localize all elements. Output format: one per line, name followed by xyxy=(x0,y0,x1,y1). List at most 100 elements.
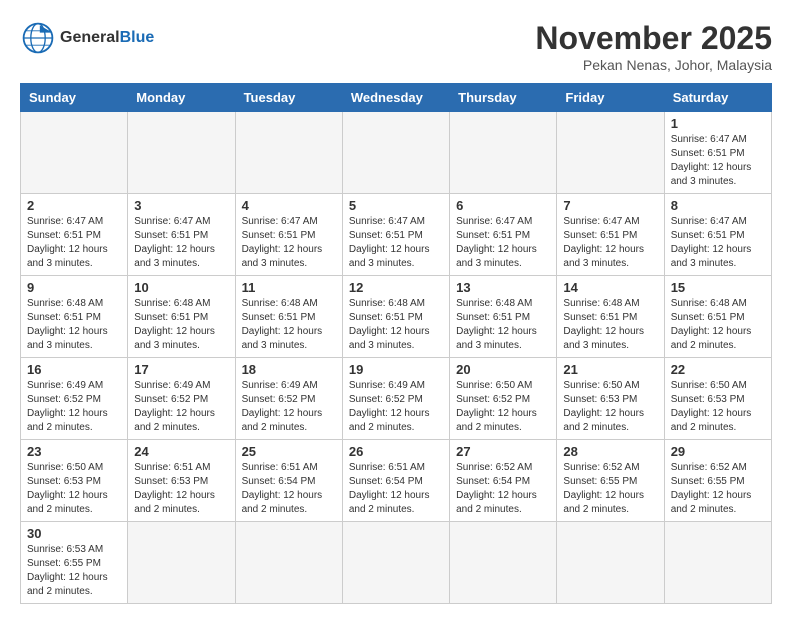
weekday-header-cell: Sunday xyxy=(21,84,128,112)
calendar-cell: 14 Sunrise: 6:48 AMSunset: 6:51 PMDayligh… xyxy=(557,276,664,358)
day-number: 6 xyxy=(456,198,550,213)
calendar-week-row: 1Sunrise: 6:47 AMSunset: 6:51 PMDaylight… xyxy=(21,112,772,194)
calendar-cell: 23Sunrise: 6:50 AMSunset: 6:53 PMDayligh… xyxy=(21,440,128,522)
calendar-cell: 12Sunrise: 6:48 AMSunset: 6:51 PMDayligh… xyxy=(342,276,449,358)
calendar-cell xyxy=(128,522,235,604)
logo-text: GeneralBlue xyxy=(60,29,154,47)
page-header: GeneralBlue November 2025 Pekan Nenas, J… xyxy=(20,20,772,73)
weekday-header-row: SundayMondayTuesdayWednesdayThursdayFrid… xyxy=(21,84,772,112)
day-number: 11 xyxy=(242,280,336,295)
calendar-cell: 5 Sunrise: 6:47 AMSunset: 6:51 PMDaylight… xyxy=(342,194,449,276)
day-number: 22 xyxy=(671,362,765,377)
day-info: Sunrise: 6:49 AMSunset: 6:52 PMDaylight:… xyxy=(134,379,228,435)
day-info: Sunrise: 6:49 AMSunset: 6:52 PMDaylight:… xyxy=(349,379,443,435)
calendar-table: SundayMondayTuesdayWednesdayThursdayFrid… xyxy=(20,83,772,604)
day-info: Sunrise: 6:48 AMSunset: 6:51 PMDaylight:… xyxy=(27,297,121,353)
calendar-body: 1Sunrise: 6:47 AMSunset: 6:51 PMDaylight… xyxy=(21,112,772,604)
day-info: Sunrise: 6:47 AMSunset: 6:51 PMDaylight:… xyxy=(134,215,228,271)
day-number: 10 xyxy=(134,280,228,295)
logo: GeneralBlue xyxy=(20,20,154,56)
day-number: 28 xyxy=(563,444,657,459)
day-info: Sunrise: 6:48 AMSunset: 6:51 PMDaylight:… xyxy=(671,297,765,353)
day-number: 4 xyxy=(242,198,336,213)
day-number: 5 xyxy=(349,198,443,213)
calendar-cell: 2 Sunrise: 6:47 AMSunset: 6:51 PMDaylight… xyxy=(21,194,128,276)
day-number: 30 xyxy=(27,526,121,541)
day-info: Sunrise: 6:47 AMSunset: 6:51 PMDaylight:… xyxy=(27,215,121,271)
day-number: 27 xyxy=(456,444,550,459)
day-info: Sunrise: 6:50 AMSunset: 6:53 PMDaylight:… xyxy=(27,461,121,517)
day-number: 17 xyxy=(134,362,228,377)
day-number: 18 xyxy=(242,362,336,377)
location: Pekan Nenas, Johor, Malaysia xyxy=(535,57,772,73)
calendar-week-row: 23Sunrise: 6:50 AMSunset: 6:53 PMDayligh… xyxy=(21,440,772,522)
day-number: 21 xyxy=(563,362,657,377)
day-info: Sunrise: 6:50 AMSunset: 6:52 PMDaylight:… xyxy=(456,379,550,435)
day-number: 8 xyxy=(671,198,765,213)
weekday-header-cell: Monday xyxy=(128,84,235,112)
calendar-cell xyxy=(235,522,342,604)
calendar-cell xyxy=(342,112,449,194)
calendar-cell: 9 Sunrise: 6:48 AMSunset: 6:51 PMDaylight… xyxy=(21,276,128,358)
calendar-cell: 27Sunrise: 6:52 AMSunset: 6:54 PMDayligh… xyxy=(450,440,557,522)
calendar-cell xyxy=(342,522,449,604)
calendar-week-row: 9 Sunrise: 6:48 AMSunset: 6:51 PMDaylight… xyxy=(21,276,772,358)
calendar-cell xyxy=(21,112,128,194)
calendar-cell xyxy=(128,112,235,194)
day-number: 24 xyxy=(134,444,228,459)
day-info: Sunrise: 6:49 AMSunset: 6:52 PMDaylight:… xyxy=(27,379,121,435)
calendar-cell xyxy=(450,112,557,194)
weekday-header-cell: Thursday xyxy=(450,84,557,112)
calendar-cell: 13Sunrise: 6:48 AMSunset: 6:51 PMDayligh… xyxy=(450,276,557,358)
day-info: Sunrise: 6:47 AMSunset: 6:51 PMDaylight:… xyxy=(349,215,443,271)
calendar-cell xyxy=(235,112,342,194)
day-number: 14 xyxy=(563,280,657,295)
calendar-cell: 24 Sunrise: 6:51 AMSunset: 6:53 PMDayligh… xyxy=(128,440,235,522)
day-number: 13 xyxy=(456,280,550,295)
calendar-week-row: 30 Sunrise: 6:53 AMSunset: 6:55 PMDayligh… xyxy=(21,522,772,604)
calendar-cell: 30 Sunrise: 6:53 AMSunset: 6:55 PMDayligh… xyxy=(21,522,128,604)
day-info: Sunrise: 6:51 AMSunset: 6:54 PMDaylight:… xyxy=(349,461,443,517)
day-info: Sunrise: 6:51 AMSunset: 6:54 PMDaylight:… xyxy=(242,461,336,517)
day-info: Sunrise: 6:51 AMSunset: 6:53 PMDaylight:… xyxy=(134,461,228,517)
day-info: Sunrise: 6:47 AMSunset: 6:51 PMDaylight:… xyxy=(671,133,765,189)
day-number: 26 xyxy=(349,444,443,459)
day-number: 29 xyxy=(671,444,765,459)
day-number: 9 xyxy=(27,280,121,295)
day-info: Sunrise: 6:47 AMSunset: 6:51 PMDaylight:… xyxy=(671,215,765,271)
day-info: Sunrise: 6:52 AMSunset: 6:55 PMDaylight:… xyxy=(563,461,657,517)
day-info: Sunrise: 6:48 AMSunset: 6:51 PMDaylight:… xyxy=(242,297,336,353)
day-info: Sunrise: 6:47 AMSunset: 6:51 PMDaylight:… xyxy=(242,215,336,271)
day-info: Sunrise: 6:47 AMSunset: 6:51 PMDaylight:… xyxy=(563,215,657,271)
weekday-header-cell: Wednesday xyxy=(342,84,449,112)
day-info: Sunrise: 6:53 AMSunset: 6:55 PMDaylight:… xyxy=(27,543,121,599)
calendar-cell: 1Sunrise: 6:47 AMSunset: 6:51 PMDaylight… xyxy=(664,112,771,194)
calendar-cell: 4 Sunrise: 6:47 AMSunset: 6:51 PMDaylight… xyxy=(235,194,342,276)
calendar-cell: 3 Sunrise: 6:47 AMSunset: 6:51 PMDaylight… xyxy=(128,194,235,276)
day-info: Sunrise: 6:48 AMSunset: 6:51 PMDaylight:… xyxy=(563,297,657,353)
day-info: Sunrise: 6:52 AMSunset: 6:55 PMDaylight:… xyxy=(671,461,765,517)
calendar-cell xyxy=(557,112,664,194)
calendar-cell: 22 Sunrise: 6:50 AMSunset: 6:53 PMDayligh… xyxy=(664,358,771,440)
calendar-cell: 17 Sunrise: 6:49 AMSunset: 6:52 PMDayligh… xyxy=(128,358,235,440)
day-number: 16 xyxy=(27,362,121,377)
calendar-cell: 19Sunrise: 6:49 AMSunset: 6:52 PMDayligh… xyxy=(342,358,449,440)
calendar-cell xyxy=(664,522,771,604)
weekday-header-cell: Saturday xyxy=(664,84,771,112)
weekday-header-cell: Friday xyxy=(557,84,664,112)
calendar-cell: 18Sunrise: 6:49 AMSunset: 6:52 PMDayligh… xyxy=(235,358,342,440)
calendar-cell: 15Sunrise: 6:48 AMSunset: 6:51 PMDayligh… xyxy=(664,276,771,358)
calendar-cell xyxy=(557,522,664,604)
day-info: Sunrise: 6:48 AMSunset: 6:51 PMDaylight:… xyxy=(134,297,228,353)
day-number: 2 xyxy=(27,198,121,213)
day-number: 3 xyxy=(134,198,228,213)
calendar-cell: 20Sunrise: 6:50 AMSunset: 6:52 PMDayligh… xyxy=(450,358,557,440)
calendar-cell xyxy=(450,522,557,604)
calendar-cell: 8 Sunrise: 6:47 AMSunset: 6:51 PMDaylight… xyxy=(664,194,771,276)
calendar-week-row: 2 Sunrise: 6:47 AMSunset: 6:51 PMDaylight… xyxy=(21,194,772,276)
day-number: 7 xyxy=(563,198,657,213)
day-number: 25 xyxy=(242,444,336,459)
title-block: November 2025 Pekan Nenas, Johor, Malays… xyxy=(535,20,772,73)
day-info: Sunrise: 6:48 AMSunset: 6:51 PMDaylight:… xyxy=(349,297,443,353)
day-info: Sunrise: 6:50 AMSunset: 6:53 PMDaylight:… xyxy=(671,379,765,435)
